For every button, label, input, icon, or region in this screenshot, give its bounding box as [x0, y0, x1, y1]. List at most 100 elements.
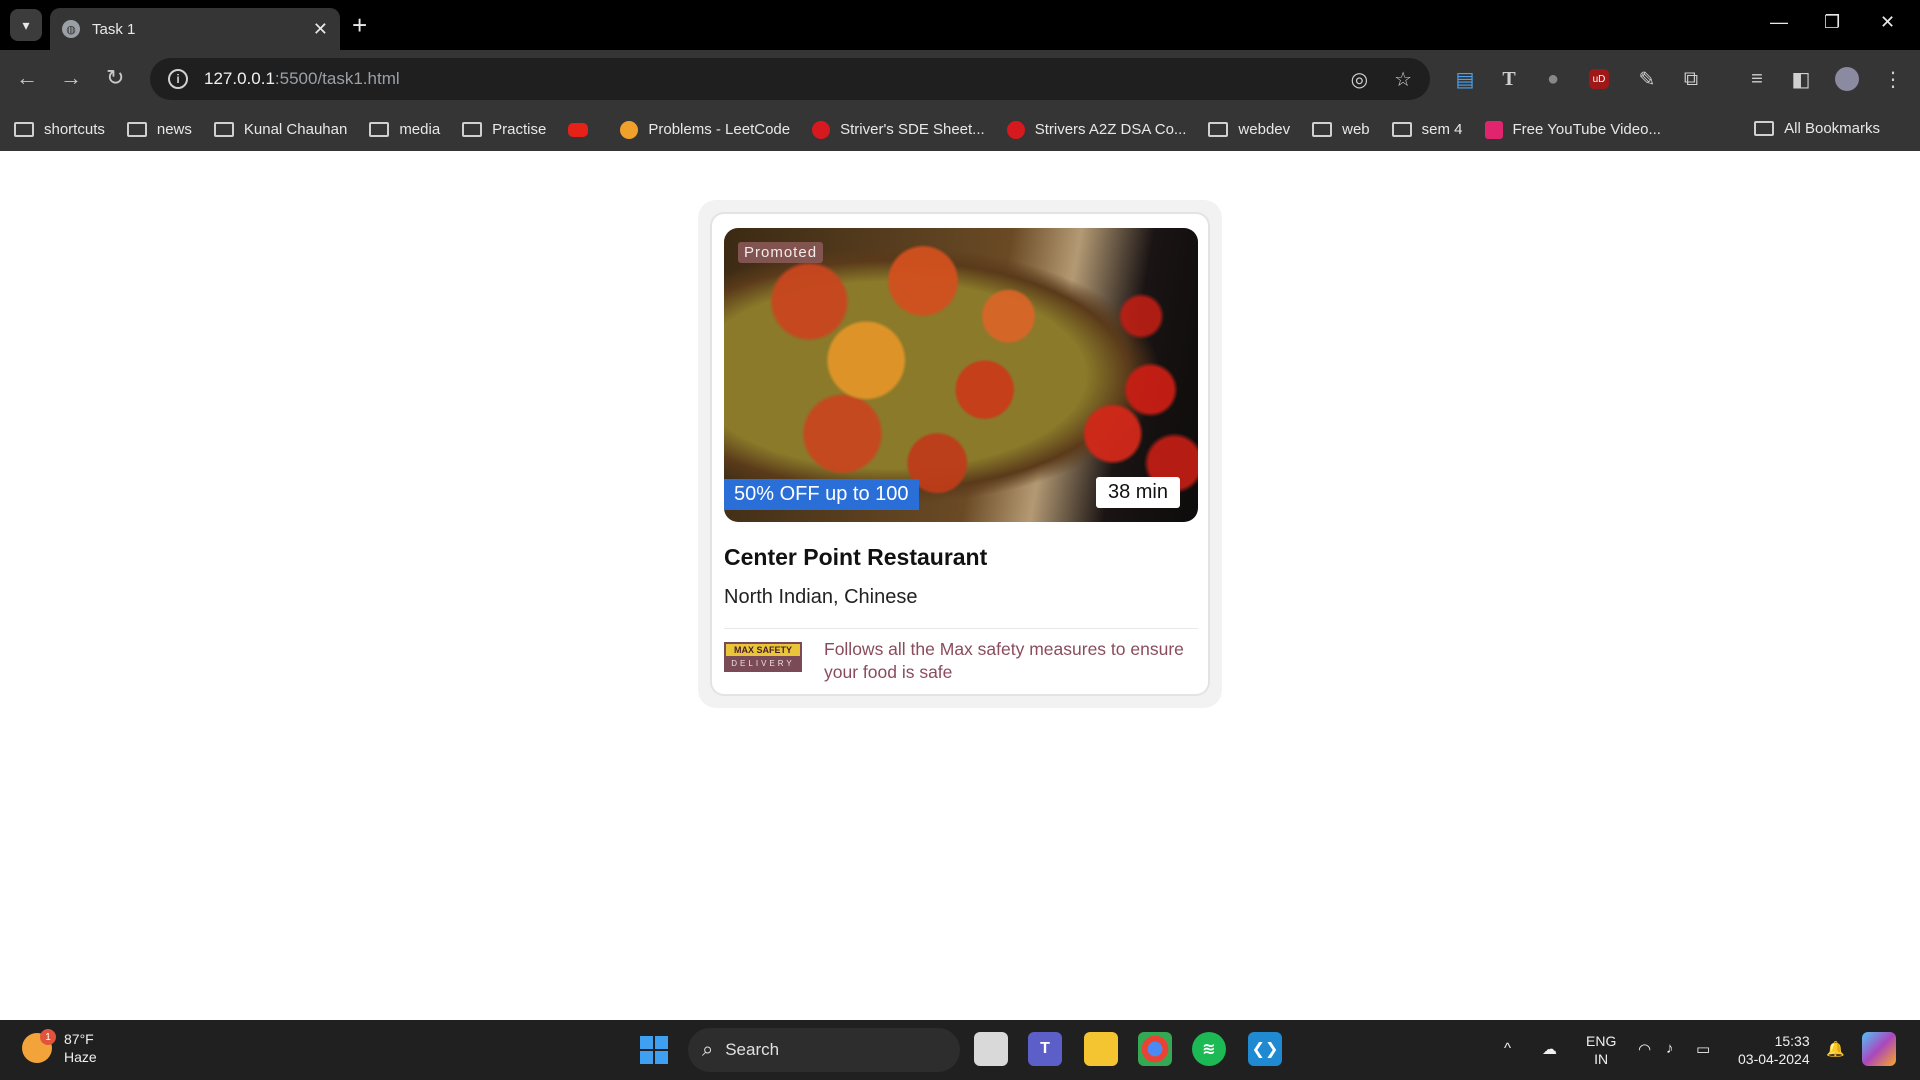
bookmark-label: sem 4 [1421, 121, 1463, 138]
site-info-icon[interactable]: i [168, 69, 188, 89]
search-label: Search [725, 1040, 780, 1059]
card-wrapper: Promoted 50% OFF up to 100 38 min Center… [698, 200, 1222, 708]
tab-search-button[interactable]: ▾ [10, 9, 42, 41]
extension-font-icon[interactable]: T [1496, 66, 1522, 92]
folder-icon [1208, 122, 1229, 137]
globe-icon: ◍ [62, 20, 80, 38]
discount-badge: 50% OFF up to 100 [724, 479, 919, 510]
battery-icon[interactable]: ▭ [1696, 1040, 1710, 1058]
wifi-icon[interactable]: ◠ [1638, 1040, 1651, 1058]
extension-mouse-icon[interactable]: ● [1540, 66, 1566, 92]
chrome-icon[interactable] [1138, 1032, 1172, 1066]
spotify-icon[interactable]: ≋ [1192, 1032, 1226, 1066]
badge-top-text: MAX SAFETY [726, 644, 800, 656]
all-bookmarks[interactable]: All Bookmarks [1754, 120, 1880, 137]
leetcode-icon [620, 120, 639, 139]
weather-sun-icon: 1 [22, 1029, 56, 1063]
forward-button[interactable]: → [60, 64, 82, 92]
task-view-icon[interactable] [974, 1032, 1008, 1066]
bookmark-label: Free YouTube Video... [1512, 121, 1661, 138]
chevron-up-icon[interactable]: ^ [1504, 1040, 1511, 1057]
bookmark-practise[interactable]: Practise [462, 121, 546, 138]
folder-icon [369, 122, 390, 137]
notification-badge: 1 [40, 1029, 56, 1045]
browser-titlebar: ▾ ◍ Task 1 ✕ + — ❐ ✕ [0, 0, 1920, 50]
close-icon[interactable]: ✕ [313, 19, 328, 40]
ublock-icon[interactable]: uD [1586, 66, 1612, 92]
bookmark-web[interactable]: web [1312, 121, 1370, 138]
bookmark-free-youtube[interactable]: Free YouTube Video... [1484, 120, 1661, 139]
bookmark-striver-a2z[interactable]: Strivers A2Z DSA Co... [1006, 120, 1187, 139]
bookmark-label: shortcuts [44, 121, 105, 138]
taskbar-search[interactable]: ⌕ Search [688, 1028, 960, 1072]
extension-layers-icon[interactable]: ▤ [1452, 66, 1478, 92]
bookmark-shortcuts[interactable]: shortcuts [14, 121, 105, 138]
language-indicator[interactable]: ENG IN [1586, 1032, 1616, 1068]
clock-time: 15:33 [1774, 1033, 1810, 1049]
clock[interactable]: 15:33 03-04-2024 [1738, 1032, 1810, 1068]
windows-taskbar: 1 87°F Haze ⌕ Search T ≋ ❮❯ ^ ☁ ENG IN ◠… [0, 1020, 1920, 1080]
bookmark-sem4[interactable]: sem 4 [1391, 121, 1463, 138]
bookmark-label: media [399, 121, 441, 138]
folder-icon [1312, 122, 1333, 137]
bookmark-label: Problems - LeetCode [648, 121, 791, 138]
menu-kebab-icon[interactable]: ⋮ [1880, 66, 1906, 92]
lang-bottom: IN [1594, 1051, 1609, 1067]
weather-widget[interactable]: 1 87°F Haze [22, 1029, 97, 1066]
back-button[interactable]: ← [16, 64, 38, 92]
search-icon: ⌕ [702, 1038, 714, 1061]
bookmark-leetcode[interactable]: Problems - LeetCode [620, 120, 791, 139]
video-icon [1484, 120, 1503, 139]
bookmark-youtube[interactable] [568, 122, 598, 137]
tuf-icon [1006, 120, 1025, 139]
delivery-time-badge: 38 min [1095, 477, 1180, 508]
restore-button[interactable]: ❐ [1824, 12, 1840, 33]
extensions-puzzle-icon[interactable]: ⧉ [1678, 66, 1704, 92]
tab-title: Task 1 [92, 20, 136, 38]
weather-desc: Haze [64, 1049, 97, 1065]
file-explorer-icon[interactable] [1084, 1032, 1118, 1066]
bookmark-label: Kunal Chauhan [243, 121, 348, 138]
bookmark-news[interactable]: news [126, 121, 192, 138]
bookmark-label: news [156, 121, 192, 138]
weather-temp: 87°F [64, 1031, 94, 1047]
star-icon[interactable]: ☆ [1394, 67, 1412, 92]
bookmark-label: web [1342, 121, 1370, 138]
copilot-icon[interactable] [1862, 1032, 1896, 1066]
new-tab-button[interactable]: + [352, 10, 367, 40]
eye-off-icon[interactable]: ◎ [1351, 67, 1368, 92]
browser-toolbar: ← → ↻ i 127.0.0.1:5500/task1.html ◎ ☆ ▤ … [0, 50, 1920, 108]
start-button[interactable] [640, 1036, 668, 1064]
minimize-button[interactable]: — [1770, 12, 1788, 33]
reload-button[interactable]: ↻ [106, 64, 124, 92]
folder-icon [462, 122, 483, 137]
bookmark-striver-sde[interactable]: Striver's SDE Sheet... [812, 120, 985, 139]
extension-paint-icon[interactable]: ✎ [1634, 66, 1660, 92]
onedrive-icon[interactable]: ☁ [1542, 1040, 1557, 1058]
address-bar[interactable]: i 127.0.0.1:5500/task1.html ◎ ☆ [150, 58, 1430, 100]
bookmark-label: Striver's SDE Sheet... [840, 121, 985, 138]
bookmarks-bar: shortcuts news Kunal Chauhan media Pract… [0, 108, 1920, 151]
side-panel-icon[interactable]: ◧ [1788, 66, 1814, 92]
bookmark-media[interactable]: media [369, 121, 440, 138]
safety-text: Follows all the Max safety measures to e… [824, 639, 1184, 682]
bell-icon[interactable]: 🔔 [1826, 1040, 1845, 1058]
browser-tab[interactable]: ◍ Task 1 ✕ [50, 8, 340, 50]
youtube-icon [568, 122, 589, 137]
promoted-badge: Promoted [738, 242, 824, 263]
url-host: 127.0.0.1 [204, 69, 275, 88]
window-close-button[interactable]: ✕ [1880, 12, 1895, 33]
bookmark-label: Strivers A2Z DSA Co... [1034, 121, 1187, 138]
folder-icon [1754, 121, 1775, 136]
volume-icon[interactable]: ♪ [1666, 1040, 1674, 1057]
bookmark-webdev[interactable]: webdev [1208, 121, 1290, 138]
vscode-icon[interactable]: ❮❯ [1248, 1032, 1282, 1066]
chevron-down-icon: ▾ [22, 16, 30, 33]
restaurant-card[interactable]: Promoted 50% OFF up to 100 38 min Center… [710, 212, 1210, 696]
badge-bottom-text: DELIVERY [731, 658, 795, 668]
teams-icon[interactable]: T [1028, 1032, 1062, 1066]
profile-avatar[interactable] [1834, 66, 1860, 92]
media-control-icon[interactable]: ≡ [1744, 66, 1770, 92]
bookmark-kunal-chauhan[interactable]: Kunal Chauhan [213, 121, 348, 138]
folder-icon [126, 122, 147, 137]
